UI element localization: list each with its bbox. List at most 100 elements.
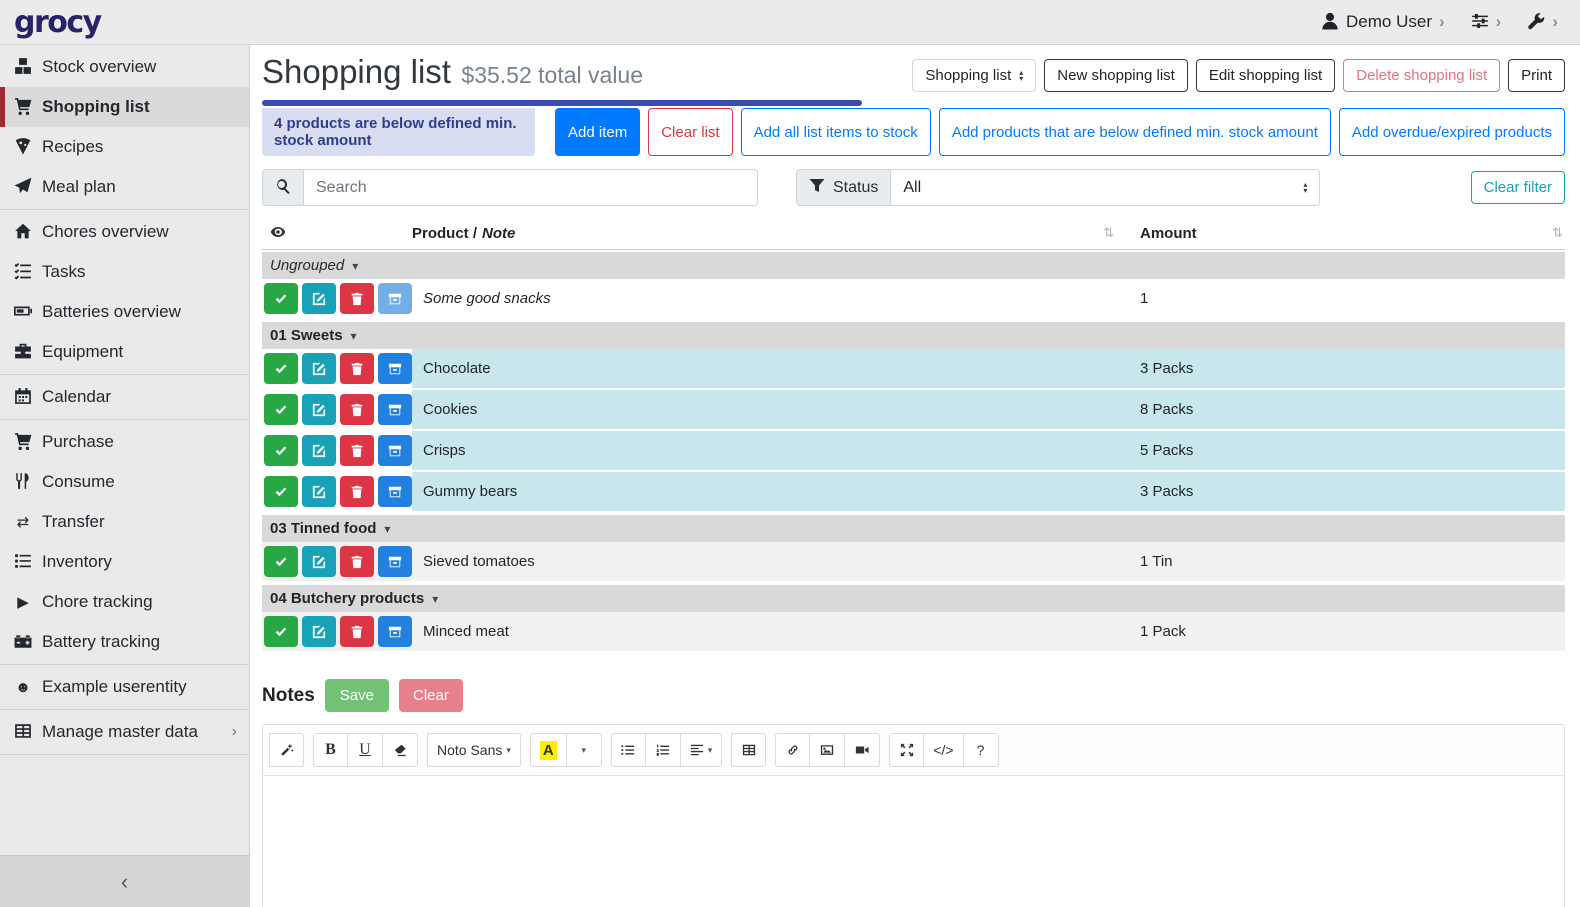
notes-textarea[interactable] xyxy=(263,776,1564,907)
group-header-ungrouped[interactable]: Ungrouped ▾ xyxy=(262,252,1565,279)
status-select[interactable]: All ▴▾ xyxy=(890,169,1320,206)
insert-picture-button[interactable] xyxy=(810,733,845,767)
sidebar-item-inventory[interactable]: Inventory xyxy=(0,542,249,582)
delete-item-button[interactable] xyxy=(340,616,374,647)
sidebar-item-example-userentity[interactable]: ☻ Example userentity xyxy=(0,667,249,707)
sidebar-item-purchase[interactable]: Purchase xyxy=(0,422,249,462)
item-amount: 1 Tin xyxy=(1132,542,1565,581)
product-card-button[interactable] xyxy=(378,283,412,314)
admin-menu[interactable]: › xyxy=(1527,12,1558,33)
font-color-icon: A xyxy=(540,741,557,760)
fullscreen-button[interactable] xyxy=(889,733,924,767)
delete-item-button[interactable] xyxy=(340,283,374,314)
search-input[interactable] xyxy=(303,169,758,206)
amount-column-header[interactable]: Amount ⇅ xyxy=(1132,225,1565,242)
code-view-button[interactable]: </> xyxy=(924,733,963,767)
bold-button[interactable]: B xyxy=(313,733,348,767)
insert-link-button[interactable] xyxy=(775,733,810,767)
column-visibility-header[interactable] xyxy=(262,224,412,242)
edit-item-button[interactable] xyxy=(302,283,336,314)
sidebar-item-label: Tasks xyxy=(42,262,85,282)
sort-icon[interactable]: ⇅ xyxy=(1103,225,1114,241)
edit-item-button[interactable] xyxy=(302,353,336,384)
status-addon: Status xyxy=(796,169,890,206)
unordered-list-button[interactable] xyxy=(611,733,646,767)
save-notes-button[interactable]: Save xyxy=(325,679,389,712)
product-card-button[interactable] xyxy=(378,546,412,577)
mark-done-button[interactable] xyxy=(264,476,298,507)
product-column-header[interactable]: Product / Note ⇅ xyxy=(412,225,1132,242)
edit-item-button[interactable] xyxy=(302,476,336,507)
mark-done-button[interactable] xyxy=(264,353,298,384)
delete-item-button[interactable] xyxy=(340,353,374,384)
group-header-butchery-products[interactable]: 04 Butchery products ▾ xyxy=(262,585,1565,612)
settings-menu[interactable]: › xyxy=(1471,12,1502,33)
ordered-list-button[interactable] xyxy=(646,733,681,767)
delete-item-button[interactable] xyxy=(340,435,374,466)
add-below-min-stock-button[interactable]: Add products that are below defined min.… xyxy=(939,108,1331,156)
clear-formatting-button[interactable] xyxy=(383,733,418,767)
font-family-dropdown[interactable]: Noto Sans ▾ xyxy=(427,733,521,767)
sidebar-item-equipment[interactable]: Equipment xyxy=(0,332,249,372)
sidebar-item-calendar[interactable]: Calendar xyxy=(0,377,249,417)
edit-item-button[interactable] xyxy=(302,616,336,647)
font-color-dropdown[interactable]: ▾ xyxy=(567,733,602,767)
edit-item-button[interactable] xyxy=(302,394,336,425)
battery-icon xyxy=(14,302,32,323)
product-card-button[interactable] xyxy=(378,353,412,384)
insert-video-button[interactable] xyxy=(845,733,880,767)
delete-item-button[interactable] xyxy=(340,546,374,577)
sort-icon[interactable]: ⇅ xyxy=(1552,225,1563,241)
edit-shopping-list-button[interactable]: Edit shopping list xyxy=(1196,59,1335,92)
group-header-sweets[interactable]: 01 Sweets ▾ xyxy=(262,322,1565,349)
mark-done-button[interactable] xyxy=(264,616,298,647)
edit-item-button[interactable] xyxy=(302,546,336,577)
shopping-list-select[interactable]: Shopping list ▴▾ xyxy=(912,59,1036,92)
delete-shopping-list-button[interactable]: Delete shopping list xyxy=(1343,59,1500,92)
sidebar-item-transfer[interactable]: ⇄ Transfer xyxy=(0,502,249,542)
sidebar-item-chore-tracking[interactable]: ▶ Chore tracking xyxy=(0,582,249,622)
sidebar-item-recipes[interactable]: Recipes xyxy=(0,127,249,167)
product-card-button[interactable] xyxy=(378,476,412,507)
user-menu[interactable]: Demo User › xyxy=(1321,12,1445,33)
product-card-button[interactable] xyxy=(378,435,412,466)
edit-item-button[interactable] xyxy=(302,435,336,466)
insert-table-button[interactable] xyxy=(731,733,766,767)
help-button[interactable]: ? xyxy=(964,733,999,767)
new-shopping-list-button[interactable]: New shopping list xyxy=(1044,59,1188,92)
product-card-button[interactable] xyxy=(378,616,412,647)
add-item-button[interactable]: Add item xyxy=(555,108,640,156)
delete-item-button[interactable] xyxy=(340,394,374,425)
sidebar-item-chores-overview[interactable]: Chores overview xyxy=(0,212,249,252)
mark-done-button[interactable] xyxy=(264,394,298,425)
sidebar-item-consume[interactable]: Consume xyxy=(0,462,249,502)
sidebar-collapse-button[interactable]: ‹ xyxy=(0,855,249,907)
delete-item-button[interactable] xyxy=(340,476,374,507)
sidebar-item-battery-tracking[interactable]: Battery tracking xyxy=(0,622,249,662)
sidebar-item-manage-master-data[interactable]: Manage master data › xyxy=(0,712,249,752)
clear-filter-button[interactable]: Clear filter xyxy=(1471,171,1565,204)
mark-done-button[interactable] xyxy=(264,546,298,577)
mark-done-button[interactable] xyxy=(264,283,298,314)
sidebar-item-batteries-overview[interactable]: Batteries overview xyxy=(0,292,249,332)
mark-done-button[interactable] xyxy=(264,435,298,466)
style-magic-button[interactable] xyxy=(269,733,304,767)
sidebar-item-stock-overview[interactable]: Stock overview xyxy=(0,47,249,87)
notes-editor: B U Noto Sans ▾ A ▾ ▾ xyxy=(262,724,1565,907)
expand-arrows-icon xyxy=(900,742,914,758)
sidebar-item-shopping-list[interactable]: Shopping list xyxy=(0,87,249,127)
sidebar-item-label: Inventory xyxy=(42,552,112,572)
status-filter-group: Status All ▴▾ xyxy=(796,169,1320,206)
paragraph-align-dropdown[interactable]: ▾ xyxy=(681,733,723,767)
font-color-button[interactable]: A xyxy=(530,733,567,767)
print-button[interactable]: Print xyxy=(1508,59,1565,92)
clear-notes-button[interactable]: Clear xyxy=(399,679,463,712)
sidebar-item-meal-plan[interactable]: Meal plan xyxy=(0,167,249,207)
underline-button[interactable]: U xyxy=(348,733,383,767)
clear-list-button[interactable]: Clear list xyxy=(648,108,732,156)
product-card-button[interactable] xyxy=(378,394,412,425)
add-overdue-button[interactable]: Add overdue/expired products xyxy=(1339,108,1565,156)
sidebar-item-tasks[interactable]: Tasks xyxy=(0,252,249,292)
add-all-to-stock-button[interactable]: Add all list items to stock xyxy=(741,108,931,156)
group-header-tinned-food[interactable]: 03 Tinned food ▾ xyxy=(262,515,1565,542)
